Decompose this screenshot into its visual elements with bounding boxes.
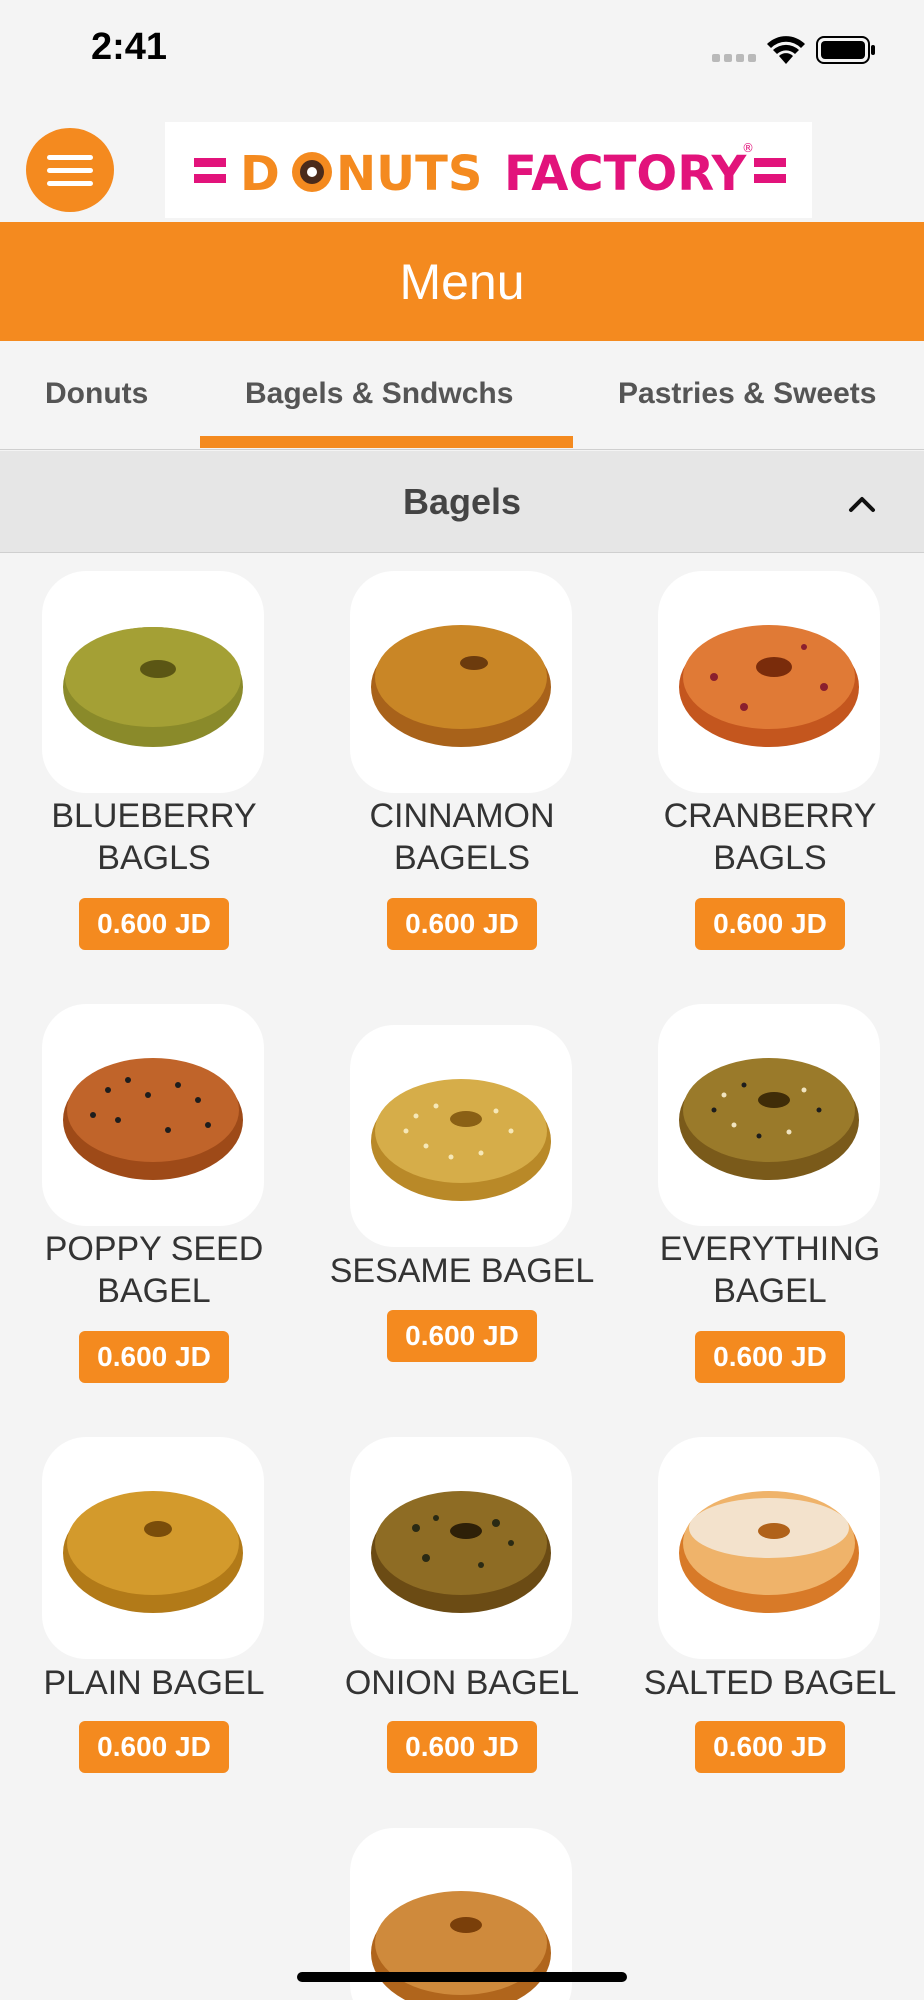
everything-bagel-image: [679, 1058, 859, 1180]
product-price: 0.600 JD: [387, 1310, 537, 1362]
chevron-up-icon[interactable]: [848, 494, 876, 514]
svg-text:FACTORY: FACTORY: [504, 146, 748, 202]
tab-pastries-sweets[interactable]: Pastries & Sweets: [618, 377, 876, 411]
product-name: SALTED BAGEL: [643, 1664, 897, 1702]
product-image[interactable]: [350, 571, 572, 793]
product-image[interactable]: [658, 571, 880, 793]
home-indicator[interactable]: [297, 1972, 627, 1982]
product-name: ONION BAGEL: [344, 1664, 580, 1702]
product-price: 0.600 JD: [387, 1721, 537, 1773]
page-title: Menu: [399, 253, 525, 310]
svg-text:D: D: [240, 146, 280, 202]
product-name: PLAIN BAGEL: [43, 1664, 265, 1702]
tab-donuts[interactable]: Donuts: [45, 377, 148, 411]
plain-bagel-image: [63, 1491, 243, 1613]
product-name: CRANBERRY BAGLS: [663, 797, 877, 877]
product-price: 0.600 JD: [695, 1331, 845, 1383]
salted-bagel-image: [679, 1491, 859, 1613]
status-bar: 2:41: [0, 0, 924, 100]
status-time: 2:41: [91, 26, 168, 68]
section-title: Bagels: [402, 481, 522, 522]
product-image[interactable]: [658, 1437, 880, 1659]
product-name: EVERYTHING BAGEL: [659, 1230, 881, 1310]
product-name: CINNAMON BAGELS: [369, 797, 555, 877]
product-price: 0.600 JD: [79, 1331, 229, 1383]
hamburger-menu-button[interactable]: [26, 128, 114, 212]
hamburger-line: [47, 180, 93, 186]
brand-logo: D NUTS FACTORY ®: [165, 122, 812, 218]
product-price: 0.600 JD: [695, 898, 845, 950]
battery-icon: [816, 36, 875, 64]
blueberry-bagel-image: [63, 627, 243, 747]
poppy-seed-bagel-image: [63, 1058, 243, 1180]
product-image[interactable]: [350, 1025, 572, 1247]
hamburger-line: [47, 167, 93, 173]
wifi-icon: [767, 36, 805, 64]
product-name: POPPY SEED BAGEL: [44, 1230, 264, 1310]
product-name: SESAME BAGEL: [329, 1252, 595, 1290]
active-tab-indicator: [200, 436, 573, 448]
product-price: 0.600 JD: [79, 898, 229, 950]
menu-banner: Menu: [0, 222, 924, 341]
product-price: 0.600 JD: [695, 1721, 845, 1773]
product-image[interactable]: [42, 1437, 264, 1659]
hamburger-line: [47, 154, 93, 160]
cellular-signal-icon: [712, 54, 756, 64]
cinnamon-bagel-image: [371, 625, 551, 747]
product-image[interactable]: [42, 1004, 264, 1226]
app-header: D NUTS FACTORY ®: [0, 100, 924, 222]
product-image[interactable]: [42, 571, 264, 793]
product-name: BLUEBERRY BAGLS: [51, 797, 257, 877]
product-price: 0.600 JD: [79, 1721, 229, 1773]
sesame-bagel-image: [371, 1079, 551, 1201]
product-image[interactable]: [350, 1437, 572, 1659]
onion-bagel-image: [371, 1491, 551, 1613]
svg-text:®: ®: [742, 141, 754, 155]
svg-text:NUTS: NUTS: [336, 146, 482, 202]
donuts-factory-logo: D NUTS FACTORY ®: [193, 141, 786, 202]
section-header-bagels[interactable]: Bagels: [0, 451, 924, 553]
category-tabs: Donuts Bagels & Sndwchs Pastries & Sweet…: [0, 341, 924, 450]
product-image[interactable]: [658, 1004, 880, 1226]
product-price: 0.600 JD: [387, 898, 537, 950]
tab-bagels-sandwiches[interactable]: Bagels & Sndwchs: [245, 377, 513, 411]
cranberry-bagel-image: [679, 625, 859, 747]
